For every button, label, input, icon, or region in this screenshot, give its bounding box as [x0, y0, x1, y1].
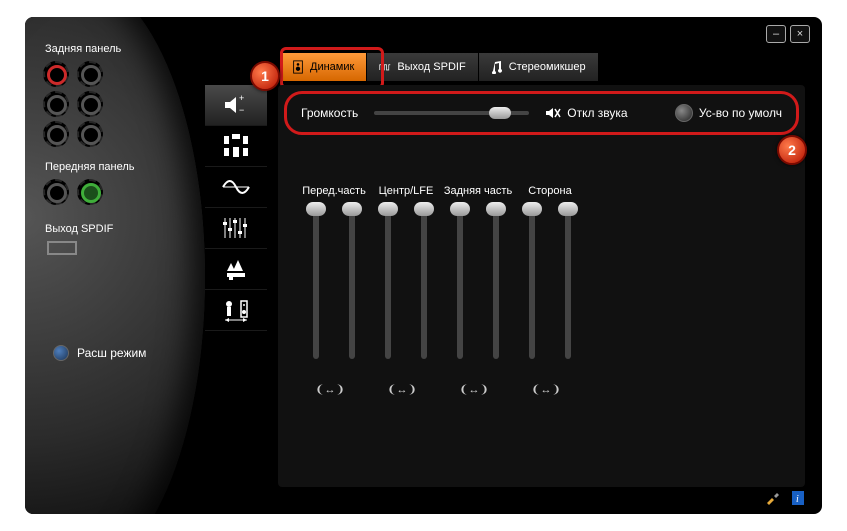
svg-text:−: −: [239, 105, 244, 115]
sine-wave-icon: [221, 173, 251, 201]
spdif-wave-icon: [379, 60, 391, 74]
default-device-radio-icon: [675, 104, 693, 122]
settings-icon[interactable]: [764, 490, 780, 506]
speaker-config-icon: [221, 132, 251, 160]
tab-stereomixer-label: Стереомикшер: [509, 61, 586, 73]
room-correction-icon: [221, 296, 251, 324]
label-side: Сторона: [514, 185, 586, 197]
advanced-mode-toggle[interactable]: Расш режим: [53, 345, 146, 361]
jack-rear-6[interactable]: [77, 121, 103, 147]
volume-label: Громкость: [301, 106, 358, 120]
balance-controls: ❨↔❩ ❨↔❩ ❨↔❩ ❨↔❩: [314, 383, 805, 396]
back-panel-label: Задняя панель: [45, 43, 213, 55]
balance-side[interactable]: ❨↔❩: [530, 383, 562, 396]
mute-label: Откл звука: [567, 106, 627, 120]
tab-stereomixer[interactable]: Стереомикшер: [479, 53, 599, 81]
slider-side-right[interactable]: [565, 209, 571, 359]
jack-front-1[interactable]: [43, 179, 69, 205]
feature-equalizer[interactable]: [205, 208, 267, 249]
annotation-badge-1: 1: [250, 61, 280, 91]
app-window: – × Задняя панель Передняя панель Выход …: [25, 17, 822, 514]
default-device-toggle[interactable]: Ус-во по умолч: [675, 104, 782, 122]
mute-toggle[interactable]: Откл звука: [545, 106, 627, 120]
tab-spdif-label: Выход SPDIF: [397, 61, 465, 73]
slider-front-right[interactable]: [349, 209, 355, 359]
master-volume-slider[interactable]: [374, 111, 529, 115]
jack-rear-3[interactable]: [43, 91, 69, 117]
feature-environment[interactable]: [205, 249, 267, 290]
spdif-port[interactable]: [47, 241, 77, 255]
tab-speaker[interactable]: Динамик: [280, 53, 367, 81]
feature-speaker-config[interactable]: [205, 126, 267, 167]
balance-front[interactable]: ❨↔❩: [314, 383, 346, 396]
environment-icon: [221, 255, 251, 283]
music-note-icon: [491, 60, 503, 74]
jack-rear-1[interactable]: [43, 61, 69, 87]
svg-text:+: +: [239, 93, 244, 103]
balance-rear[interactable]: ❨↔❩: [458, 383, 490, 396]
slider-lfe[interactable]: [421, 209, 427, 359]
spdif-label: Выход SPDIF: [45, 223, 213, 235]
label-center: Центр/LFE: [370, 185, 442, 197]
feature-room-correction[interactable]: [205, 290, 267, 331]
front-panel-label: Передняя панель: [45, 161, 213, 173]
jack-rear-4[interactable]: [77, 91, 103, 117]
device-tabs: Динамик Выход SPDIF Стереомикшер: [280, 53, 599, 81]
volume-icon: +−: [221, 91, 251, 119]
channel-sliders: [298, 209, 805, 359]
mute-icon: [545, 106, 561, 120]
channel-labels: Перед.часть Центр/LFE Задняя часть Сторо…: [298, 185, 805, 197]
minimize-button[interactable]: –: [766, 25, 786, 43]
balance-center[interactable]: ❨↔❩: [386, 383, 418, 396]
master-volume-thumb: [489, 107, 511, 119]
feature-effects[interactable]: [205, 167, 267, 208]
slider-rear-right[interactable]: [493, 209, 499, 359]
jack-rear-2[interactable]: [77, 61, 103, 87]
equalizer-icon: [221, 214, 251, 242]
default-device-label: Ус-во по умолч: [699, 106, 782, 120]
slider-front-left[interactable]: [313, 209, 319, 359]
svg-text:i: i: [796, 494, 799, 505]
info-icon[interactable]: i: [790, 490, 806, 506]
slider-rear-left[interactable]: [457, 209, 463, 359]
annotation-badge-2: 2: [777, 135, 807, 165]
device-panel-content: Задняя панель Передняя панель Выход SPDI…: [43, 37, 213, 255]
tab-spdif[interactable]: Выход SPDIF: [367, 53, 478, 81]
feature-strip: +−: [205, 85, 267, 331]
feature-volume[interactable]: +−: [205, 85, 267, 126]
label-front: Перед.часть: [298, 185, 370, 197]
slider-side-left[interactable]: [529, 209, 535, 359]
main-pane: Громкость Откл звука Ус-во по умолч Пере…: [278, 85, 805, 487]
jack-rear-5[interactable]: [43, 121, 69, 147]
window-controls: – ×: [766, 25, 810, 43]
tab-speaker-label: Динамик: [310, 61, 354, 73]
advanced-mode-label: Расш режим: [77, 346, 146, 360]
close-button[interactable]: ×: [790, 25, 810, 43]
advanced-mode-radio-icon: [53, 345, 69, 361]
jack-front-2[interactable]: [77, 179, 103, 205]
label-rear: Задняя часть: [442, 185, 514, 197]
volume-bar: Громкость Откл звука Ус-во по умолч: [284, 91, 799, 135]
slider-center[interactable]: [385, 209, 391, 359]
speaker-icon: [292, 60, 304, 74]
footer-icons: i: [764, 490, 806, 506]
